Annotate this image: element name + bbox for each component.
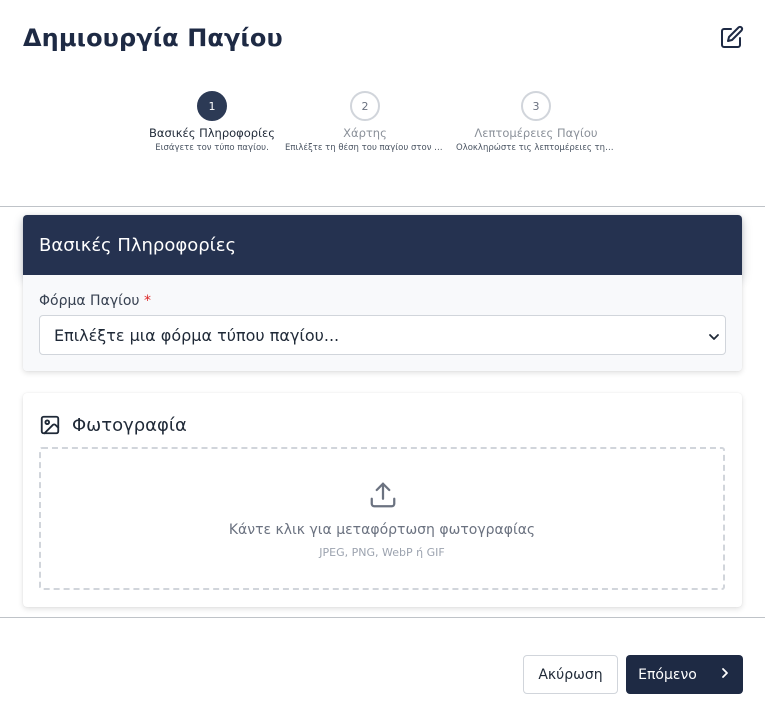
cancel-button[interactable]: Ακύρωση xyxy=(523,655,618,694)
upload-icon xyxy=(368,480,398,514)
step-description: Εισάγετε τον τύπο παγίου. xyxy=(155,143,269,153)
step-map[interactable]: 2 Χάρτης Επιλέξτε τη θέση του παγίου στο… xyxy=(285,91,445,153)
stepper: 1 Βασικές Πληροφορίες Εισάγετε τον τύπο … xyxy=(0,91,765,161)
chevron-right-icon xyxy=(719,667,731,683)
step-title: Λεπτομέρειες Παγίου xyxy=(474,126,598,140)
form-label-text: Φόρμα Παγίου xyxy=(39,293,140,309)
upload-instruction: Κάντε κλικ για μεταφόρτωση φωτογραφίας xyxy=(228,522,536,538)
photo-upload-dropzone[interactable]: Κάντε κλικ για μεταφόρτωση φωτογραφίας J… xyxy=(39,447,725,590)
step-description: Επιλέξτε τη θέση του παγίου στον χάρτη. xyxy=(285,143,445,153)
photo-heading-text: Φωτογραφία xyxy=(72,414,187,436)
step-title: Βασικές Πληροφορίες xyxy=(149,126,275,140)
image-icon xyxy=(39,413,63,437)
required-mark: * xyxy=(143,293,151,309)
step-number: 1 xyxy=(197,91,227,121)
upload-formats: JPEG, PNG, WebP ή GIF xyxy=(319,546,445,559)
basic-info-heading: Βασικές Πληροφορίες xyxy=(23,215,742,275)
step-asset-details[interactable]: 3 Λεπτομέρειες Παγίου Ολοκληρώστε τις λε… xyxy=(456,91,616,153)
asset-form-select[interactable]: Επιλέξτε μια φόρμα τύπου παγίου... xyxy=(39,315,726,355)
select-value: Επιλέξτε μια φόρμα τύπου παγίου... xyxy=(54,325,340,345)
step-description: Ολοκληρώστε τις λεπτομέρειες της καταχώρ… xyxy=(456,143,616,153)
step-number: 2 xyxy=(350,91,380,121)
chevron-down-icon xyxy=(707,329,721,348)
step-number: 3 xyxy=(521,91,551,121)
next-button-label: Επόμενο xyxy=(638,666,697,683)
page-header: Δημιουργία Παγίου 1 Βασικές Πληροφορίες … xyxy=(0,0,765,207)
step-title: Χάρτης xyxy=(343,126,387,140)
basic-info-card: Βασικές Πληροφορίες Φόρμα Παγίου * Επιλέ… xyxy=(23,215,742,371)
photo-card: Φωτογραφία Κάντε κλικ για μεταφόρτωση φω… xyxy=(23,393,742,607)
footer-bar: Ακύρωση Επόμενο xyxy=(0,617,765,715)
edit-icon xyxy=(720,25,744,53)
page-title: Δημιουργία Παγίου xyxy=(23,24,283,52)
form-label: Φόρμα Παγίου * xyxy=(39,293,151,309)
step-basic-info[interactable]: 1 Βασικές Πληροφορίες Εισάγετε τον τύπο … xyxy=(132,91,292,153)
basic-info-body: Φόρμα Παγίου * Επιλέξτε μια φόρμα τύπου … xyxy=(23,275,742,371)
photo-heading: Φωτογραφία xyxy=(39,413,187,437)
edit-button[interactable] xyxy=(718,25,746,53)
next-button[interactable]: Επόμενο xyxy=(626,655,743,694)
